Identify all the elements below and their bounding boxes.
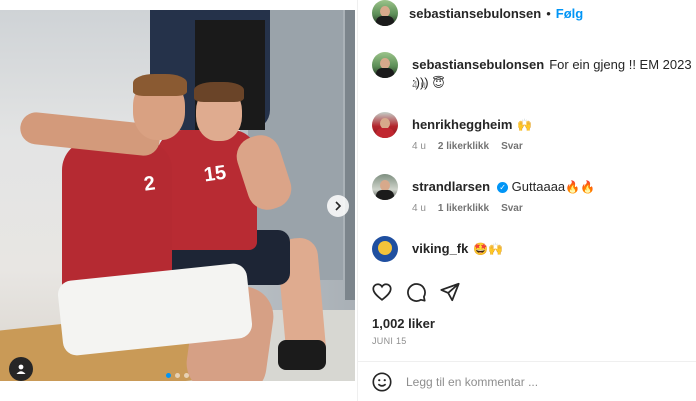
- comment-likes[interactable]: 2 likerklikk: [438, 141, 489, 152]
- post-header: sebastiansebulonsen • Følg: [358, 0, 696, 26]
- divider: [358, 361, 696, 362]
- comment-body: henrikheggheim 🙌: [412, 116, 532, 134]
- verified-badge-icon: ✓: [497, 182, 509, 193]
- caption-text: sebastiansebulonsen For ein gjeng !! EM 2…: [412, 56, 696, 92]
- media-column: 15 2: [0, 0, 357, 401]
- comment-username[interactable]: sebastiansebulonsen: [412, 57, 544, 72]
- carousel-dot: [175, 373, 180, 378]
- avatar[interactable]: [372, 52, 398, 78]
- comment-row: henrikheggheim 🙌: [372, 112, 532, 138]
- player-left-hair: [133, 74, 187, 96]
- avatar[interactable]: [372, 174, 398, 200]
- player-right-shoe: [278, 340, 326, 370]
- post-date[interactable]: JUNI 15: [372, 336, 407, 346]
- carousel-indicator: [166, 373, 189, 378]
- comment-username[interactable]: henrikheggheim: [412, 117, 512, 132]
- comment-likes[interactable]: 1 likerklikk: [438, 203, 489, 214]
- comment-icon[interactable]: [405, 281, 427, 303]
- comment-body: viking_fk 🤩🙌: [412, 240, 503, 258]
- emoji-icon[interactable]: [371, 371, 393, 393]
- comment-username[interactable]: strandlarsen: [412, 179, 490, 194]
- avatar[interactable]: [372, 112, 398, 138]
- action-bar: [371, 281, 461, 303]
- avatar[interactable]: [372, 236, 398, 262]
- comment-row: strandlarsen ✓ Guttaaaa🔥🔥: [372, 174, 595, 200]
- chevron-right-icon: [335, 201, 342, 211]
- comment-username[interactable]: viking_fk: [412, 241, 468, 256]
- comment-body: strandlarsen ✓ Guttaaaa🔥🔥: [412, 178, 595, 196]
- carousel-dot: [166, 373, 171, 378]
- share-icon[interactable]: [439, 281, 461, 303]
- like-count[interactable]: 1,002 liker: [372, 316, 435, 331]
- caption-meta: 4 u: [412, 80, 426, 91]
- separator-dot: •: [546, 5, 551, 21]
- smiling-halo-emoji: 😇: [432, 76, 445, 90]
- post-photo[interactable]: 15 2: [0, 10, 355, 381]
- comment-meta: 4 u 2 likerklikk Svar: [412, 141, 523, 152]
- comment-meta: 4 u 1 likerklikk Svar: [412, 203, 523, 214]
- reply-button[interactable]: Svar: [501, 141, 523, 152]
- comment-time[interactable]: 4 u: [412, 203, 426, 214]
- fire-emoji: 🔥🔥: [565, 180, 596, 194]
- comment-input[interactable]: [406, 375, 666, 389]
- raising-hands-emoji: 🙌: [517, 118, 533, 132]
- star-struck-emoji: 🤩🙌: [473, 242, 504, 256]
- player-right-hair: [194, 82, 244, 102]
- reply-button[interactable]: Svar: [501, 203, 523, 214]
- door: [345, 10, 355, 300]
- comment-row: viking_fk 🤩🙌: [372, 236, 503, 262]
- comment-text: Guttaaaa: [511, 179, 566, 194]
- jersey-number-right: 15: [202, 161, 228, 187]
- comment-time[interactable]: 4 u: [412, 80, 426, 91]
- follow-button[interactable]: Følg: [556, 6, 583, 21]
- author-username[interactable]: sebastiansebulonsen: [409, 6, 541, 21]
- avatar[interactable]: [372, 0, 398, 26]
- add-comment-bar: [371, 371, 666, 393]
- user-icon: [16, 364, 26, 374]
- next-photo-button[interactable]: [327, 195, 349, 217]
- comment-time[interactable]: 4 u: [412, 141, 426, 152]
- heart-icon[interactable]: [371, 281, 393, 303]
- tagged-users-button[interactable]: [9, 357, 33, 381]
- carousel-dot: [184, 373, 189, 378]
- post-details-panel: sebastiansebulonsen • Følg sebastiansebu…: [357, 0, 696, 401]
